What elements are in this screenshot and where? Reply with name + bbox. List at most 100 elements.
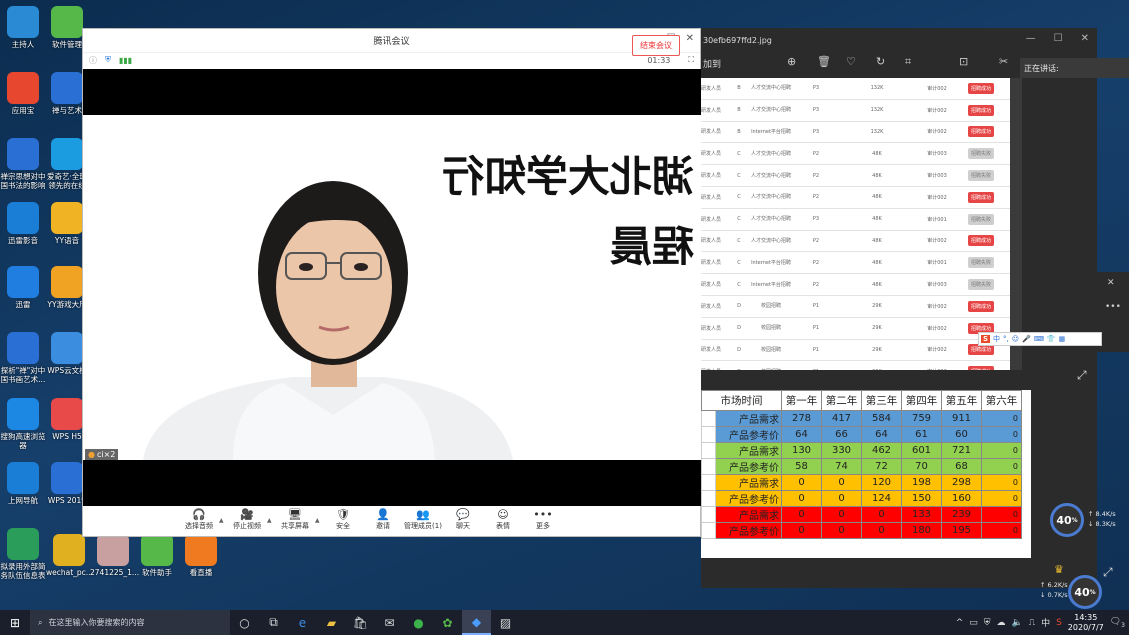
side-close-icon[interactable]: ✕: [1107, 278, 1115, 288]
volume-icon[interactable]: 🔈: [1012, 618, 1023, 628]
network-gauge[interactable]: 40%: [1050, 503, 1084, 537]
add-to-label[interactable]: 加到: [701, 57, 721, 70]
chevron-up-icon[interactable]: ▲: [315, 517, 323, 524]
viewer-title: 30efb697ffd2.jpg: [703, 35, 772, 45]
file-explorer-icon[interactable]: ▰: [317, 610, 346, 635]
table-cell: 审计003: [927, 282, 947, 289]
skin-icon[interactable]: 👕: [1047, 335, 1056, 343]
upload-speed-2: 6.2K/s: [1047, 581, 1068, 589]
desktop-icon[interactable]: 迅雷影音: [0, 200, 46, 245]
toolbar-button-emoji[interactable]: ☺ 表情: [483, 509, 523, 531]
toolbar-button-chat[interactable]: 💬 聊天: [443, 509, 483, 531]
tray-app-icon[interactable]: ▭: [969, 618, 978, 628]
viewer-maximize-icon[interactable]: ☐: [1054, 33, 1063, 44]
table-cell: 研发人员: [701, 173, 722, 180]
store-icon[interactable]: 🛍: [346, 610, 375, 635]
app-manager-icon[interactable]: ✿: [433, 610, 462, 635]
tools-icon[interactable]: ✂: [999, 55, 1008, 68]
sheet-header-cell: 第二年: [821, 390, 862, 411]
microphone-icon[interactable]: 🎤: [1022, 335, 1031, 343]
desktop-icon[interactable]: 主持人: [0, 4, 46, 49]
notification-count: 3: [1121, 621, 1125, 629]
expand-icon-2[interactable]: ⤢: [1103, 565, 1113, 580]
table-cell: Internet平台招聘: [751, 128, 791, 135]
punctuation-icon[interactable]: °,: [1003, 335, 1009, 343]
desktop-icon[interactable]: 迅雷: [0, 264, 46, 309]
table-row: 研发人员 C Internet平台招聘 P2 48K 审计003 招聘失败: [701, 274, 1010, 296]
photos-icon[interactable]: ▨: [491, 610, 520, 635]
viewer-minimize-icon[interactable]: —: [1026, 33, 1036, 44]
desktop-icon[interactable]: 2741225_1...: [90, 532, 139, 577]
info-icon[interactable]: ⓘ: [89, 55, 97, 66]
viewer-close-icon[interactable]: ✕: [1081, 33, 1089, 44]
status-cell: 招聘成功: [961, 126, 1001, 138]
fit-screen-icon[interactable]: ⊡: [959, 55, 968, 68]
cortana-icon[interactable]: ○: [230, 610, 259, 635]
keyboard-icon[interactable]: ⌨: [1034, 335, 1044, 343]
task-view-icon[interactable]: ⧉: [259, 610, 288, 635]
desktop-icon[interactable]: wechat_pc...: [46, 532, 93, 577]
end-meeting-button[interactable]: 结束会议: [632, 35, 680, 56]
viewer-titlebar[interactable]: 30efb697ffd2.jpg — ☐ ✕: [701, 28, 1097, 52]
status-cell: 招聘失败: [961, 257, 1001, 269]
wechat-icon[interactable]: ●: [404, 610, 433, 635]
chevron-up-icon[interactable]: ▲: [267, 517, 275, 524]
desktop-icon[interactable]: 探析"禅"对中国书画艺术...: [0, 330, 46, 384]
edge-icon[interactable]: e: [288, 610, 317, 635]
table-cell: 研发人员: [701, 303, 722, 310]
expand-icon[interactable]: ⤢: [1077, 368, 1087, 383]
app-icon: [7, 138, 39, 170]
sheet-header-row: 市场时间 第一年 第二年 第三年 第四年 第五年 第六年: [701, 390, 1022, 411]
desktop-icon[interactable]: 搜狗高速浏览器: [0, 396, 46, 450]
toolbar-button-headset[interactable]: 🎧 选择音频: [179, 509, 219, 531]
taskbar-search[interactable]: ⌕ 在这里输入你要搜索的内容: [30, 610, 230, 635]
network-gauge-2[interactable]: 40%: [1068, 575, 1102, 609]
toolbar-button-invite-user[interactable]: 👤 邀请: [363, 509, 403, 531]
favorite-icon[interactable]: ♡: [846, 55, 856, 68]
desktop-icon[interactable]: 应用宝: [0, 70, 46, 115]
network-icon[interactable]: ⎍: [1029, 618, 1035, 628]
clock-time: 14:35: [1074, 612, 1098, 622]
clock[interactable]: 14:35 2020/7/7: [1068, 613, 1104, 633]
close-icon[interactable]: ✕: [686, 33, 694, 44]
meeting-titlebar[interactable]: 腾讯会议 — ☐ ✕: [83, 29, 700, 53]
ime-tray-icon[interactable]: 中: [1041, 616, 1050, 629]
app-icon: [51, 138, 83, 170]
desktop-icon[interactable]: 上网导航: [0, 460, 46, 505]
tencent-meeting-icon[interactable]: ◆: [462, 610, 491, 635]
sogou-tray-icon[interactable]: S: [1056, 618, 1062, 628]
notification-icon[interactable]: 🗨3: [1110, 617, 1125, 629]
tray-shield-icon[interactable]: ⛨: [984, 618, 991, 628]
app-icon: [51, 72, 83, 104]
toolbar-button-more[interactable]: ••• 更多: [523, 509, 563, 531]
desktop-icon[interactable]: 拟录用外部简务队伍信息表: [0, 526, 46, 580]
ime-toolbar[interactable]: S 中 °, ☺ 🎤 ⌨ 👕 ▦: [978, 332, 1102, 346]
chevron-up-icon[interactable]: ▲: [219, 517, 227, 524]
security-shield-icon[interactable]: ⛨: [105, 55, 111, 65]
search-icon: ⌕: [38, 617, 43, 627]
sheet-cell: 198: [901, 474, 942, 491]
toolbar-button-share-screen[interactable]: 🖥 共享屏幕: [275, 509, 315, 531]
desktop-icon[interactable]: 看直播: [178, 532, 224, 577]
windows-start-icon[interactable]: ⊞: [0, 610, 30, 635]
delete-icon[interactable]: 🗑: [817, 55, 831, 68]
zoom-in-icon[interactable]: ⊕: [787, 55, 796, 68]
viewer-scrollbar[interactable]: [1010, 78, 1022, 370]
emoji-icon[interactable]: ☺: [1012, 335, 1019, 343]
side-more-icon[interactable]: •••: [1105, 302, 1121, 312]
mail-icon[interactable]: ✉: [375, 610, 404, 635]
crop-icon[interactable]: ⌗: [905, 55, 911, 69]
fullscreen-icon[interactable]: ⛶: [688, 55, 694, 65]
toolbox-icon[interactable]: ▦: [1059, 335, 1066, 343]
sheet-header-cell: 第六年: [981, 390, 1022, 411]
tray-cloud-icon[interactable]: ☁: [997, 618, 1006, 628]
table-cell: 审计002: [927, 238, 947, 245]
toolbar-button-members[interactable]: 👥 管理成员(1): [403, 509, 443, 531]
desktop-icon[interactable]: 软件助手: [134, 532, 180, 577]
tray-expand-icon[interactable]: ^: [956, 618, 964, 628]
rotate-icon[interactable]: ↻: [876, 55, 885, 68]
desktop-icon[interactable]: 禅宗思想对中国书法的影响: [0, 136, 46, 190]
toolbar-button-video-camera[interactable]: 🎥 停止视频: [227, 509, 267, 531]
ime-mode-label[interactable]: 中: [993, 334, 1000, 344]
toolbar-button-shield[interactable]: 🛡 安全: [323, 509, 363, 531]
